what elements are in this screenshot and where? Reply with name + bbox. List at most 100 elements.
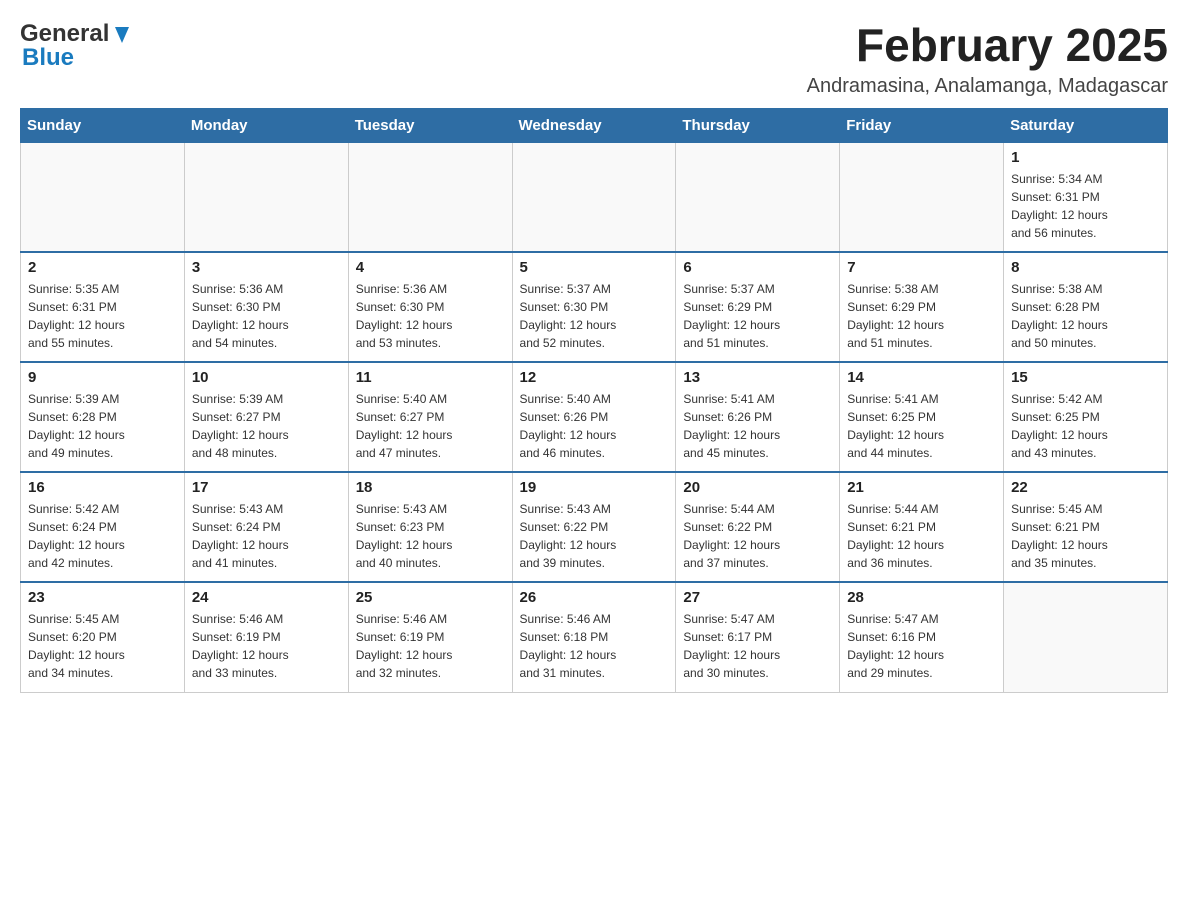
day-number: 22 [1011, 479, 1160, 496]
day-info: Sunrise: 5:39 AM Sunset: 6:28 PM Dayligh… [28, 390, 177, 462]
calendar-cell: 9 Sunrise: 5:39 AM Sunset: 6:28 PM Daylig… [21, 362, 185, 472]
day-info: Sunrise: 5:45 AM Sunset: 6:21 PM Dayligh… [1011, 500, 1160, 572]
day-info: Sunrise: 5:42 AM Sunset: 6:25 PM Dayligh… [1011, 390, 1160, 462]
day-number: 3 [192, 259, 341, 276]
day-info: Sunrise: 5:35 AM Sunset: 6:31 PM Dayligh… [28, 280, 177, 352]
calendar-cell: 22 Sunrise: 5:45 AM Sunset: 6:21 PM Dayli… [1004, 472, 1168, 582]
calendar-cell: 20 Sunrise: 5:44 AM Sunset: 6:22 PM Dayli… [676, 472, 840, 582]
day-number: 27 [683, 589, 832, 606]
col-monday: Monday [184, 108, 348, 142]
calendar-cell: 24 Sunrise: 5:46 AM Sunset: 6:19 PM Dayli… [184, 582, 348, 692]
day-number: 5 [520, 259, 669, 276]
calendar-cell: 12 Sunrise: 5:40 AM Sunset: 6:26 PM Dayli… [512, 362, 676, 472]
calendar-cell: 1 Sunrise: 5:34 AM Sunset: 6:31 PM Daylig… [1004, 142, 1168, 252]
day-info: Sunrise: 5:40 AM Sunset: 6:27 PM Dayligh… [356, 390, 505, 462]
calendar-cell: 26 Sunrise: 5:46 AM Sunset: 6:18 PM Dayli… [512, 582, 676, 692]
calendar-cell [184, 142, 348, 252]
day-number: 18 [356, 479, 505, 496]
day-info: Sunrise: 5:47 AM Sunset: 6:16 PM Dayligh… [847, 610, 996, 682]
day-number: 6 [683, 259, 832, 276]
logo-triangle-icon [111, 23, 133, 45]
day-info: Sunrise: 5:46 AM Sunset: 6:19 PM Dayligh… [192, 610, 341, 682]
day-info: Sunrise: 5:42 AM Sunset: 6:24 PM Dayligh… [28, 500, 177, 572]
day-number: 28 [847, 589, 996, 606]
calendar-cell: 25Sunrise: 5:46 AM Sunset: 6:19 PM Dayli… [348, 582, 512, 692]
day-number: 8 [1011, 259, 1160, 276]
col-thursday: Thursday [676, 108, 840, 142]
calendar-cell [348, 142, 512, 252]
day-info: Sunrise: 5:45 AM Sunset: 6:20 PM Dayligh… [28, 610, 177, 682]
calendar-week-2: 2 Sunrise: 5:35 AM Sunset: 6:31 PM Daylig… [21, 252, 1168, 362]
calendar-cell: 19Sunrise: 5:43 AM Sunset: 6:22 PM Dayli… [512, 472, 676, 582]
calendar-cell: 3 Sunrise: 5:36 AM Sunset: 6:30 PM Daylig… [184, 252, 348, 362]
calendar-cell: 4Sunrise: 5:36 AM Sunset: 6:30 PM Daylig… [348, 252, 512, 362]
day-number: 17 [192, 479, 341, 496]
calendar-cell: 21 Sunrise: 5:44 AM Sunset: 6:21 PM Dayli… [840, 472, 1004, 582]
day-info: Sunrise: 5:46 AM Sunset: 6:18 PM Dayligh… [520, 610, 669, 682]
day-info: Sunrise: 5:46 AM Sunset: 6:19 PM Dayligh… [356, 610, 505, 682]
calendar-cell [512, 142, 676, 252]
location-title: Andramasina, Analamanga, Madagascar [807, 75, 1168, 98]
calendar-cell [676, 142, 840, 252]
day-number: 7 [847, 259, 996, 276]
day-number: 13 [683, 369, 832, 386]
calendar-cell: 10 Sunrise: 5:39 AM Sunset: 6:27 PM Dayli… [184, 362, 348, 472]
day-number: 2 [28, 259, 177, 276]
day-info: Sunrise: 5:36 AM Sunset: 6:30 PM Dayligh… [192, 280, 341, 352]
day-info: Sunrise: 5:37 AM Sunset: 6:29 PM Dayligh… [683, 280, 832, 352]
day-number: 12 [520, 369, 669, 386]
calendar-cell: 13 Sunrise: 5:41 AM Sunset: 6:26 PM Dayli… [676, 362, 840, 472]
day-number: 11 [356, 369, 505, 386]
calendar-week-4: 16 Sunrise: 5:42 AM Sunset: 6:24 PM Dayli… [21, 472, 1168, 582]
day-info: Sunrise: 5:34 AM Sunset: 6:31 PM Dayligh… [1011, 170, 1160, 242]
calendar-cell [21, 142, 185, 252]
day-number: 16 [28, 479, 177, 496]
day-info: Sunrise: 5:41 AM Sunset: 6:26 PM Dayligh… [683, 390, 832, 462]
calendar-cell: 16 Sunrise: 5:42 AM Sunset: 6:24 PM Dayli… [21, 472, 185, 582]
calendar-cell: 27 Sunrise: 5:47 AM Sunset: 6:17 PM Dayli… [676, 582, 840, 692]
calendar-table: Sunday Monday Tuesday Wednesday Thursday… [20, 108, 1168, 693]
calendar-cell: 2 Sunrise: 5:35 AM Sunset: 6:31 PM Daylig… [21, 252, 185, 362]
col-friday: Friday [840, 108, 1004, 142]
day-info: Sunrise: 5:43 AM Sunset: 6:23 PM Dayligh… [356, 500, 505, 572]
day-number: 1 [1011, 149, 1160, 166]
day-number: 26 [520, 589, 669, 606]
day-info: Sunrise: 5:39 AM Sunset: 6:27 PM Dayligh… [192, 390, 341, 462]
day-number: 20 [683, 479, 832, 496]
day-info: Sunrise: 5:38 AM Sunset: 6:29 PM Dayligh… [847, 280, 996, 352]
day-info: Sunrise: 5:37 AM Sunset: 6:30 PM Dayligh… [520, 280, 669, 352]
day-info: Sunrise: 5:44 AM Sunset: 6:21 PM Dayligh… [847, 500, 996, 572]
logo: General Blue [20, 20, 133, 72]
day-number: 4 [356, 259, 505, 276]
calendar-cell: 5 Sunrise: 5:37 AM Sunset: 6:30 PM Daylig… [512, 252, 676, 362]
day-number: 24 [192, 589, 341, 606]
calendar-week-5: 23Sunrise: 5:45 AM Sunset: 6:20 PM Dayli… [21, 582, 1168, 692]
month-title: February 2025 [807, 20, 1168, 71]
day-number: 10 [192, 369, 341, 386]
col-tuesday: Tuesday [348, 108, 512, 142]
calendar-week-1: 1 Sunrise: 5:34 AM Sunset: 6:31 PM Daylig… [21, 142, 1168, 252]
day-number: 15 [1011, 369, 1160, 386]
day-info: Sunrise: 5:43 AM Sunset: 6:24 PM Dayligh… [192, 500, 341, 572]
col-sunday: Sunday [21, 108, 185, 142]
logo-container: General Blue [20, 20, 133, 72]
day-info: Sunrise: 5:40 AM Sunset: 6:26 PM Dayligh… [520, 390, 669, 462]
calendar-cell: 23Sunrise: 5:45 AM Sunset: 6:20 PM Dayli… [21, 582, 185, 692]
calendar-header-row: Sunday Monday Tuesday Wednesday Thursday… [21, 108, 1168, 142]
page-header: General Blue February 2025 Andramasina, … [20, 20, 1168, 98]
calendar-cell [840, 142, 1004, 252]
col-wednesday: Wednesday [512, 108, 676, 142]
day-info: Sunrise: 5:41 AM Sunset: 6:25 PM Dayligh… [847, 390, 996, 462]
day-number: 19 [520, 479, 669, 496]
col-saturday: Saturday [1004, 108, 1168, 142]
day-info: Sunrise: 5:44 AM Sunset: 6:22 PM Dayligh… [683, 500, 832, 572]
calendar-cell: 15 Sunrise: 5:42 AM Sunset: 6:25 PM Dayli… [1004, 362, 1168, 472]
day-number: 9 [28, 369, 177, 386]
logo-blue-text: Blue [22, 44, 133, 72]
calendar-cell: 6 Sunrise: 5:37 AM Sunset: 6:29 PM Daylig… [676, 252, 840, 362]
day-info: Sunrise: 5:47 AM Sunset: 6:17 PM Dayligh… [683, 610, 832, 682]
calendar-cell: 8Sunrise: 5:38 AM Sunset: 6:28 PM Daylig… [1004, 252, 1168, 362]
calendar-cell: 18 Sunrise: 5:43 AM Sunset: 6:23 PM Dayli… [348, 472, 512, 582]
day-number: 21 [847, 479, 996, 496]
calendar-cell: 17 Sunrise: 5:43 AM Sunset: 6:24 PM Dayli… [184, 472, 348, 582]
